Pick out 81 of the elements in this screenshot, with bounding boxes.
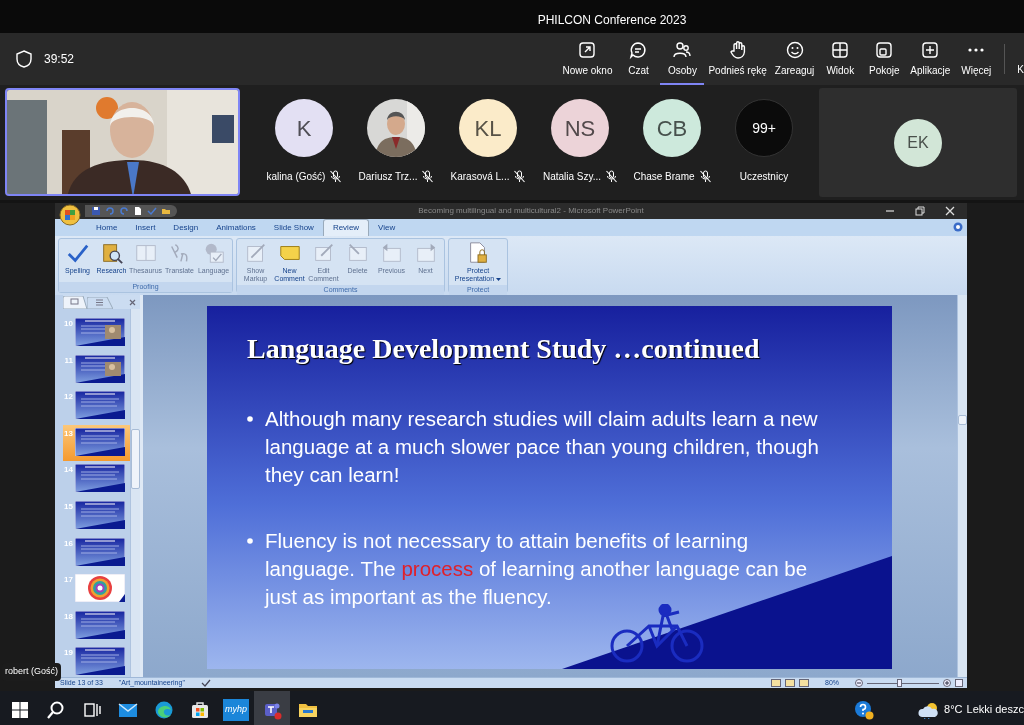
more-icon <box>968 48 985 52</box>
normal-view-icon[interactable] <box>771 679 781 687</box>
participant-name: Uczestnicy <box>739 170 789 184</box>
outline-tab-icon[interactable] <box>87 297 113 309</box>
participant-name: Karasová L... <box>450 170 510 184</box>
shield-icon <box>16 50 32 68</box>
windows-icon[interactable] <box>10 699 30 720</box>
toolbar-button[interactable]: Czat <box>616 33 661 85</box>
toolbar-button[interactable]: Pokoje <box>862 33 907 85</box>
slide-preview <box>75 610 125 639</box>
slide-preview <box>75 574 125 603</box>
toolbar-button[interactable]: K <box>1013 33 1024 85</box>
fit-icon[interactable] <box>955 679 963 687</box>
squares-icon <box>874 40 895 60</box>
slide-preview <box>75 427 125 456</box>
app-icon[interactable]: myhp <box>223 698 249 721</box>
smiley-icon <box>784 40 805 60</box>
participant-name: Chase Brame <box>633 170 695 184</box>
avatar: K <box>275 99 333 157</box>
ribbon-tab[interactable]: Insert <box>126 219 165 236</box>
ribbon-tab[interactable]: Slide Show <box>264 219 323 236</box>
slide-preview <box>75 500 125 529</box>
toolbar-button[interactable]: Osoby <box>660 33 705 85</box>
participant-count[interactable]: 99+ <box>735 99 793 157</box>
slide-preview <box>75 354 125 383</box>
slideshow-view-icon[interactable] <box>799 679 809 687</box>
ribbon-tab[interactable]: View <box>369 219 405 236</box>
spellcheck-icon[interactable] <box>200 679 211 687</box>
checkmark-icon[interactable] <box>147 206 157 216</box>
toolbar-button[interactable]: Nowe okno <box>558 33 617 85</box>
slide-preview <box>75 537 125 566</box>
participant-name: kalina (Gość) <box>266 170 326 184</box>
bullet-text: Fluency is not necessary to attain benefits of learning language. The process of learning another language can be just as important as the fluency. <box>265 528 809 610</box>
slide-preview <box>75 391 125 420</box>
toolbar-button[interactable]: Podnieś rękę <box>704 33 771 85</box>
window-title: Becoming multilingual and multicultural2 - Microsoft PowerPoint <box>417 205 645 217</box>
slide-title: Language Development Study …continued <box>246 332 761 366</box>
avatar: EK <box>894 118 942 167</box>
edge-icon[interactable] <box>154 699 174 720</box>
temperature: 8°C <box>944 702 963 718</box>
participant-name: Dariusz Trz... <box>358 170 418 184</box>
chat-icon <box>628 40 649 60</box>
grid-icon <box>830 40 851 60</box>
bullet-text: Although many research studies will claim adults learn a new language at a much slower pace than young children, though they can learn! <box>265 406 820 488</box>
scrollbar[interactable] <box>957 295 967 677</box>
avatar: NS <box>551 99 609 157</box>
popout-icon <box>577 40 598 60</box>
document-icon[interactable] <box>133 206 143 216</box>
search-icon[interactable] <box>46 699 66 720</box>
meeting-title: PHILCON Conference 2023 <box>537 12 687 29</box>
toolbar-button[interactable]: Widok <box>818 33 863 85</box>
sorter-view-icon[interactable] <box>785 679 795 687</box>
zoom-out-icon[interactable] <box>855 679 863 687</box>
ribbon-tab[interactable]: Animations <box>207 219 265 236</box>
hand-icon <box>727 40 748 60</box>
name-label: robert (Gość) <box>2 663 61 681</box>
slide-preview <box>75 318 125 346</box>
bullet-icon <box>247 416 253 422</box>
caret-icon <box>496 277 502 281</box>
avatar: CB <box>643 99 701 157</box>
weather-text: Lekki deszc <box>966 702 1024 718</box>
participant-name: Natalia Szy... <box>542 170 602 184</box>
zoom-slider[interactable] <box>897 678 903 687</box>
scrollbar[interactable] <box>130 309 140 677</box>
slide-preview <box>75 464 125 493</box>
people-icon <box>672 40 693 60</box>
toolbar-button[interactable]: Zareaguj <box>770 33 819 85</box>
meeting-timer: 39:52 <box>44 51 75 68</box>
save-icon[interactable] <box>91 206 101 216</box>
zoom-in-icon[interactable] <box>943 679 951 687</box>
toolbar-button[interactable]: Więcej <box>954 33 999 85</box>
plus-icon <box>920 40 941 60</box>
restore-icon[interactable] <box>915 206 925 216</box>
weather-icon[interactable] <box>918 700 941 719</box>
store-icon[interactable] <box>190 699 210 720</box>
avatar: KL <box>459 99 517 157</box>
bullet-icon <box>247 538 253 544</box>
ribbon-tab[interactable]: Design <box>164 219 208 236</box>
toolbar-button[interactable]: Aplikacje <box>906 33 955 85</box>
ribbon-tab[interactable]: Home <box>87 219 127 236</box>
ribbon-tab[interactable]: Review <box>322 219 370 236</box>
